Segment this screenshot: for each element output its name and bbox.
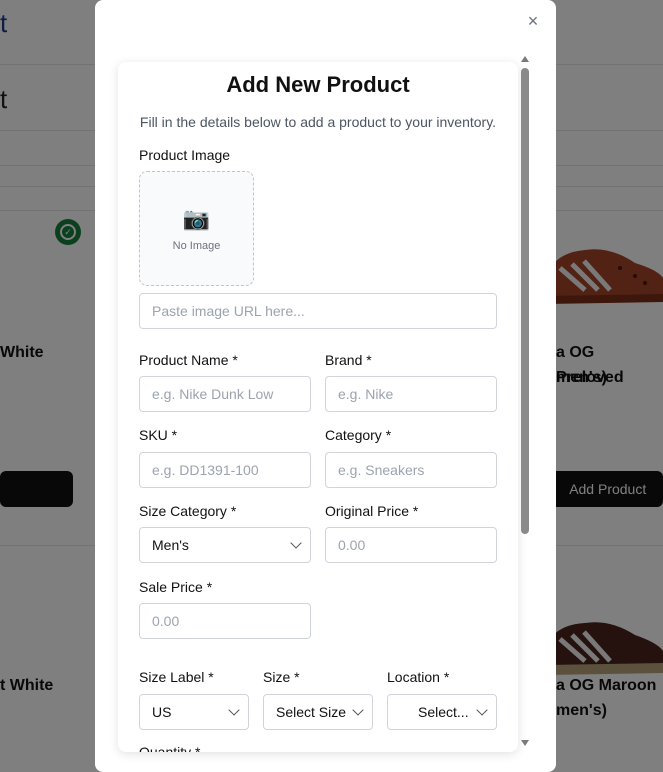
size-category-select[interactable]: Men's [139,527,311,563]
location-select[interactable]: Select... [387,694,497,730]
quantity-label: Quantity * [139,744,201,752]
scroll-up-arrow-icon[interactable] [521,56,529,62]
location-label: Location * [387,669,450,685]
category-input[interactable]: e.g. Sneakers [325,452,497,488]
product-name-input[interactable]: e.g. Nike Dunk Low [139,376,311,412]
size-select[interactable]: Select Size [263,694,373,730]
size-field-label: Size * [263,669,300,685]
sale-price-input[interactable]: 0.00 [139,603,311,639]
camera-icon: 📷 [182,205,211,231]
modal-subtitle: Fill in the details below to add a produ… [139,114,497,130]
size-label-label: Size Label * [139,669,214,685]
form-scrollbar[interactable] [518,52,532,752]
sku-input[interactable]: e.g. DD1391-100 [139,452,311,488]
sale-price-label: Sale Price * [139,579,213,595]
image-upload-dropzone[interactable]: 📷 No Image [139,171,254,286]
add-product-form-panel: Add New Product Fill in the details belo… [118,62,518,752]
close-icon[interactable]: × [524,11,542,31]
product-name-label: Product Name * [139,352,238,368]
size-label-value: US [152,704,172,720]
chevron-down-icon [476,704,488,716]
size-category-label: Size Category * [139,503,237,519]
scrollbar-thumb[interactable] [521,68,529,534]
chevron-down-icon [290,537,302,549]
product-image-label: Product Image [139,147,231,163]
modal-title: Add New Product [226,72,410,97]
chevron-down-icon [352,704,364,716]
size-category-value: Men's [152,537,189,553]
size-value: Select Size [276,704,347,720]
image-url-input[interactable]: Paste image URL here... [139,293,497,329]
no-image-text: No Image [172,239,221,252]
original-price-label: Original Price * [325,503,419,519]
scroll-down-arrow-icon[interactable] [521,740,529,746]
brand-label: Brand * [325,352,372,368]
size-label-select[interactable]: US [139,694,249,730]
sku-label: SKU * [139,427,178,443]
category-label: Category * [325,427,392,443]
original-price-input[interactable]: 0.00 [325,527,497,563]
brand-input[interactable]: e.g. Nike [325,376,497,412]
chevron-down-icon [228,704,240,716]
location-value: Select... [418,704,469,720]
